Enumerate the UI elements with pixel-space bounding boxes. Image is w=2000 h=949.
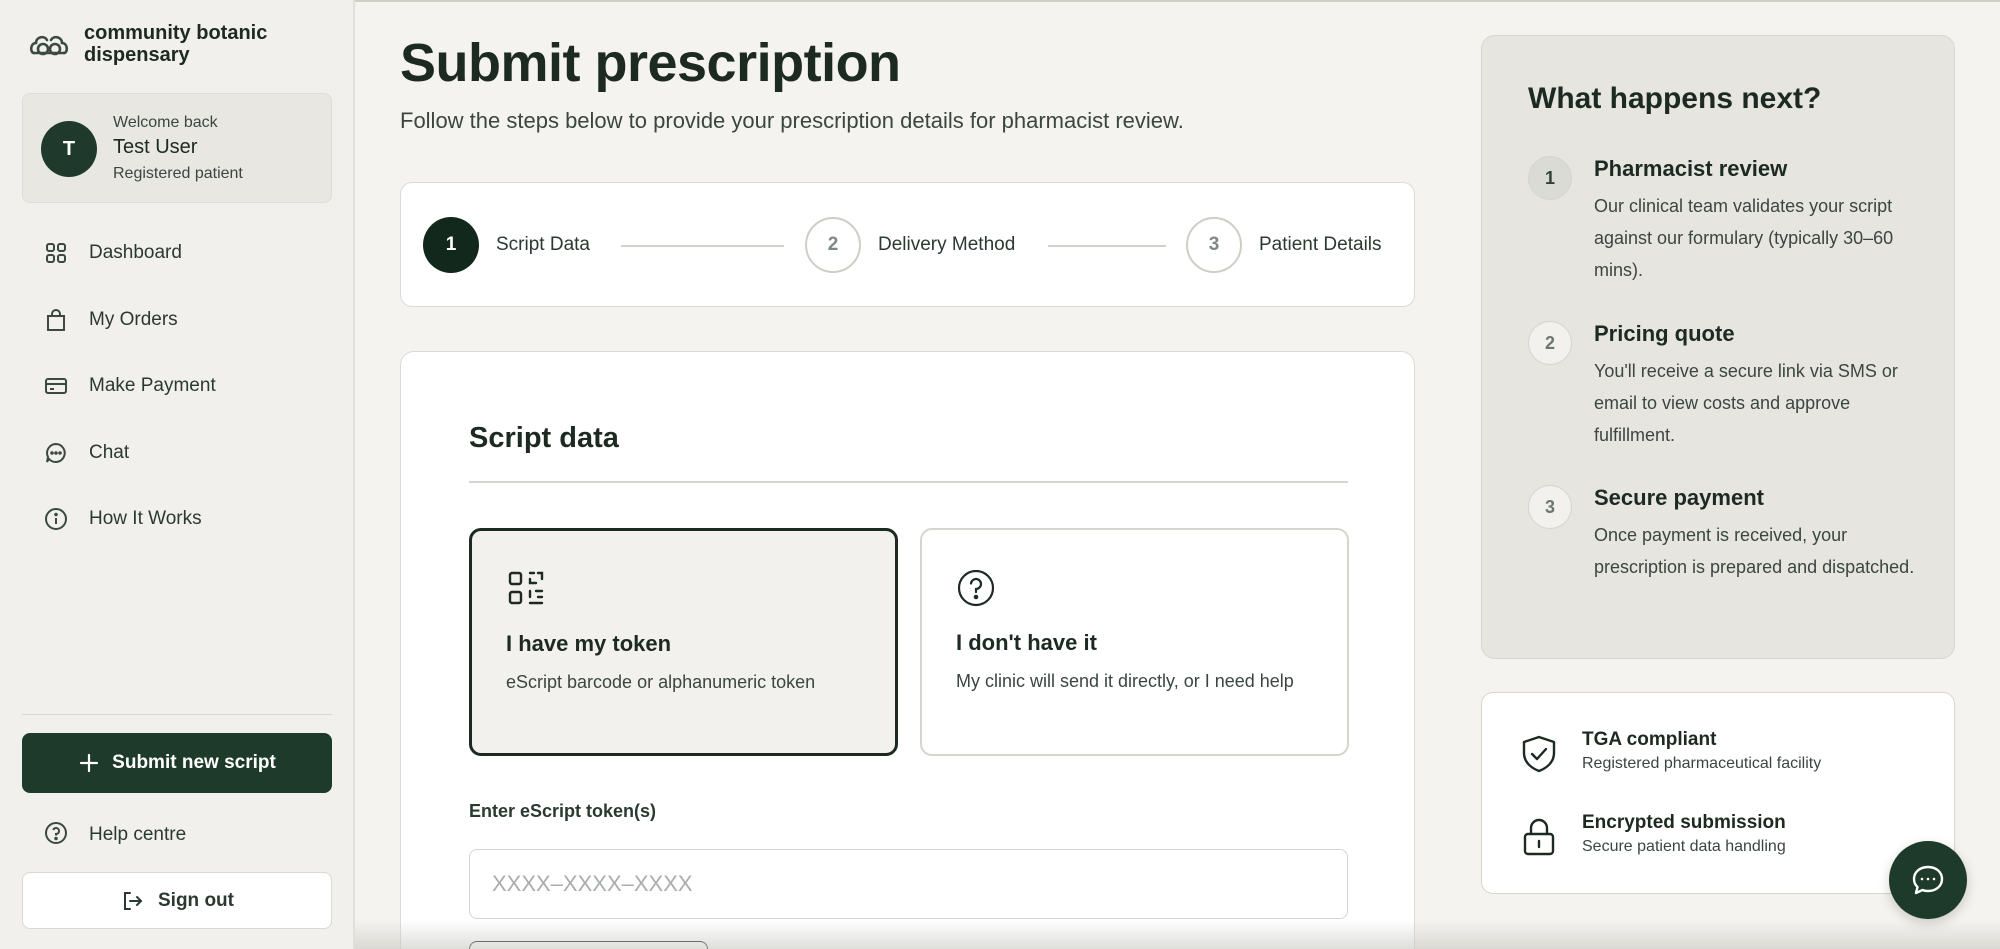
sidebar-item-label: Chat (89, 441, 130, 463)
token-field-label: Enter eScript token(s) (469, 801, 657, 821)
stepper: 1 Script Data 2 Delivery Method 3 Patien… (400, 182, 1415, 307)
submit-new-script-button[interactable]: Submit new script (22, 733, 332, 793)
next-step-number: 1 (1528, 156, 1572, 200)
bag-icon (44, 308, 68, 332)
step-connector (1048, 245, 1166, 247)
help-circle-icon (44, 821, 68, 850)
next-step-heading: Pricing quote (1594, 321, 1735, 346)
step-3-label[interactable]: Patient Details (1259, 234, 1382, 256)
info-icon (44, 507, 68, 531)
next-step-body: Our clinical team validates your script … (1594, 196, 1894, 280)
trust-subtext: Registered pharmaceutical facility (1582, 755, 1822, 772)
option-no-token[interactable]: I don't have it My clinic will send it d… (920, 528, 1349, 756)
sidebar: community botanic dispensary T Welcome b… (0, 0, 355, 949)
next-step-body: Once payment is received, your prescript… (1594, 525, 1915, 577)
welcome-text: Welcome back (113, 114, 218, 131)
next-step-heading: Pharmacist review (1594, 156, 1788, 181)
avatar: T (41, 121, 97, 177)
step-1-label[interactable]: Script Data (496, 234, 590, 256)
chat-bubble-icon (44, 441, 68, 465)
next-step-heading: Secure payment (1594, 485, 1764, 510)
sidebar-item-dashboard[interactable]: Dashboard (22, 230, 332, 276)
card-title: Script data (469, 422, 619, 454)
trust-item-tga: TGA compliant Registered pharmaceutical … (1518, 729, 1918, 779)
option-description: My clinic will send it directly, or I ne… (956, 671, 1294, 691)
sign-out-label: Sign out (158, 889, 234, 911)
sign-out-button[interactable]: Sign out (22, 872, 332, 929)
sidebar-item-label: Make Payment (89, 375, 216, 396)
trust-panel: TGA compliant Registered pharmaceutical … (1481, 692, 1955, 894)
option-title: I don't have it (956, 630, 1097, 655)
brand[interactable]: community botanic dispensary (28, 22, 304, 66)
step-connector (621, 245, 784, 247)
trust-subtext: Secure patient data handling (1582, 838, 1786, 855)
what-happens-next-panel: What happens next? 1 Pharmacist review O… (1481, 35, 1955, 659)
brand-name: community botanic dispensary (84, 22, 268, 66)
help-centre-label: Help centre (89, 824, 187, 845)
trust-item-encryption: Encrypted submission Secure patient data… (1518, 812, 1918, 862)
sidebar-divider (22, 714, 332, 715)
lock-icon (1523, 818, 1555, 856)
sidebar-nav: Dashboard My Orders Make Payment Chat Ho… (22, 230, 332, 563)
sidebar-item-make-payment[interactable]: Make Payment (22, 363, 332, 409)
plus-icon (80, 753, 99, 773)
next-step-body: You'll receive a secure link via SMS or … (1594, 361, 1898, 445)
next-step-number: 2 (1528, 321, 1572, 365)
question-circle-icon (957, 569, 995, 607)
welcome-card: T Welcome back Test User Registered pati… (22, 93, 332, 203)
escript-token-input[interactable] (469, 849, 1348, 919)
page-subtitle: Follow the steps below to provide your p… (400, 108, 1184, 133)
option-title: I have my token (506, 631, 672, 656)
step-3-indicator[interactable]: 3 (1186, 217, 1242, 273)
partially-visible-button[interactable] (469, 941, 708, 949)
next-step-number: 3 (1528, 485, 1572, 529)
shield-check-icon (1522, 735, 1556, 773)
trust-heading: Encrypted submission (1582, 812, 1786, 833)
step-2-label[interactable]: Delivery Method (878, 234, 1015, 256)
grid-icon (44, 241, 68, 265)
next-panel-title: What happens next? (1528, 82, 1822, 115)
trust-heading: TGA compliant (1582, 729, 1717, 750)
sign-out-icon (124, 891, 143, 910)
card-divider (469, 481, 1348, 483)
page-title: Submit prescription (400, 33, 901, 93)
chat-bubble-icon (1912, 865, 1944, 895)
option-description: eScript barcode or alphanumeric token (506, 672, 816, 692)
option-have-token[interactable]: I have my token eScript barcode or alpha… (469, 528, 898, 756)
help-centre-link[interactable]: Help centre (22, 815, 332, 855)
sidebar-item-label: How It Works (89, 508, 202, 529)
user-role: Registered patient (113, 165, 243, 182)
step-1-indicator[interactable]: 1 (423, 217, 479, 273)
sidebar-item-label: My Orders (89, 308, 178, 330)
sidebar-item-label: Dashboard (89, 242, 182, 263)
script-data-card: Script data I have my token eScript barc… (400, 351, 1415, 949)
sidebar-item-my-orders[interactable]: My Orders (22, 297, 332, 343)
sidebar-item-chat[interactable]: Chat (22, 430, 332, 476)
brand-logo-icon (29, 35, 69, 56)
step-2-indicator[interactable]: 2 (805, 217, 861, 273)
chat-launcher-button[interactable] (1889, 841, 1967, 919)
qr-code-icon (508, 571, 544, 605)
card-icon (44, 374, 68, 398)
user-name: Test User (113, 136, 198, 158)
submit-new-script-label: Submit new script (112, 752, 276, 773)
sidebar-item-how-it-works[interactable]: How It Works (22, 496, 332, 542)
